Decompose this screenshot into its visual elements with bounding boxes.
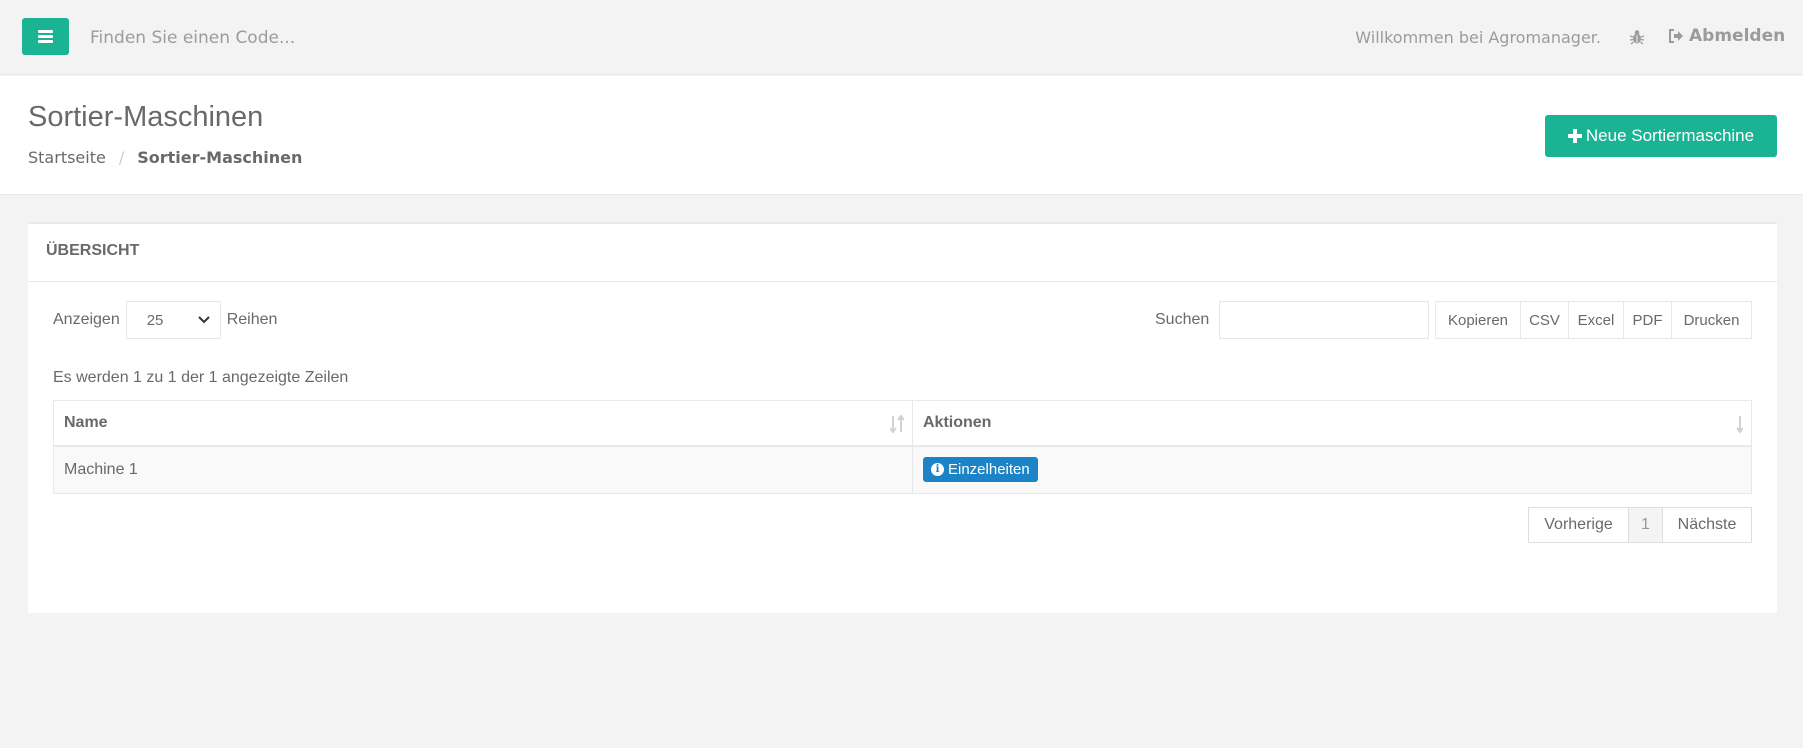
breadcrumb-separator: / <box>118 148 125 167</box>
breadcrumb: Startseite / Sortier-Maschinen <box>28 148 302 167</box>
sort-icon <box>1736 416 1743 434</box>
table-header-row: Name Aktionen <box>53 400 1752 447</box>
show-label: Anzeigen <box>53 311 120 328</box>
page-title: Sortier-Maschinen <box>28 101 264 133</box>
plus-icon <box>1567 129 1582 143</box>
page-length-control: Anzeigen 25 Reihen <box>53 301 277 339</box>
details-button-label: Einzelheiten <box>948 461 1030 479</box>
column-header-name[interactable]: Name <box>53 400 913 447</box>
overview-panel: ÜBERSICHT Anzeigen 25 Reihen Suchen Kopi… <box>28 222 1777 613</box>
welcome-message: Willkommen bei Agromanager. <box>1355 28 1601 47</box>
page-heading: Sortier-Maschinen Startseite / Sortier-M… <box>0 76 1803 195</box>
table-search-input[interactable] <box>1219 301 1430 339</box>
actions-cell: i Einzelheiten <box>912 445 1752 494</box>
panel-title: ÜBERSICHT <box>28 224 1777 282</box>
sign-out-icon <box>1669 29 1683 43</box>
column-actions-label: Aktionen <box>923 413 992 431</box>
print-button[interactable]: Drucken <box>1671 301 1752 339</box>
pagination-page-1[interactable]: 1 <box>1628 507 1663 543</box>
table-row: Machine 1 i Einzelheiten <box>53 445 1752 494</box>
page-length-select[interactable]: 25 <box>125 301 221 339</box>
pdf-button[interactable]: PDF <box>1623 301 1672 339</box>
pagination-next[interactable]: Nächste <box>1662 507 1752 543</box>
table-info: Es werden 1 zu 1 der 1 angezeigte Zeilen <box>53 369 349 386</box>
new-sorting-machine-button[interactable]: Neue Sortiermaschine <box>1545 115 1777 157</box>
column-name-label: Name <box>64 413 108 431</box>
top-navbar: Willkommen bei Agromanager. Abmelden <box>0 0 1803 75</box>
logout-label: Abmelden <box>1689 26 1786 46</box>
machine-name-cell: Machine 1 <box>53 445 913 494</box>
breadcrumb-home-link[interactable]: Startseite <box>28 148 106 167</box>
table-search: Suchen <box>1155 301 1430 339</box>
info-circle-icon: i <box>931 463 944 477</box>
excel-button[interactable]: Excel <box>1568 301 1624 339</box>
bug-icon[interactable] <box>1628 28 1646 46</box>
code-search-input[interactable] <box>90 24 490 52</box>
details-button[interactable]: i Einzelheiten <box>923 457 1038 483</box>
logout-link[interactable]: Abmelden <box>1668 26 1785 46</box>
sort-icon <box>890 414 904 434</box>
pagination-previous[interactable]: Vorherige <box>1528 507 1629 543</box>
rows-label: Reihen <box>226 311 278 328</box>
copy-button[interactable]: Kopieren <box>1435 301 1521 339</box>
search-label: Suchen <box>1155 311 1210 328</box>
breadcrumb-current: Sortier-Maschinen <box>137 148 303 167</box>
page-length-value: 25 <box>146 311 164 329</box>
new-button-label: Neue Sortiermaschine <box>1585 126 1755 145</box>
pagination: Vorherige 1 Nächste <box>1528 507 1752 543</box>
machines-table: Name Aktionen Machine 1 i Einzelheiten <box>53 400 1752 494</box>
bars-icon <box>38 30 53 43</box>
column-header-actions[interactable]: Aktionen <box>912 400 1752 447</box>
csv-button[interactable]: CSV <box>1520 301 1569 339</box>
chevron-down-icon <box>198 316 210 324</box>
menu-toggle-button[interactable] <box>22 18 69 55</box>
export-buttons: Kopieren CSV Excel PDF Drucken <box>1435 301 1752 339</box>
